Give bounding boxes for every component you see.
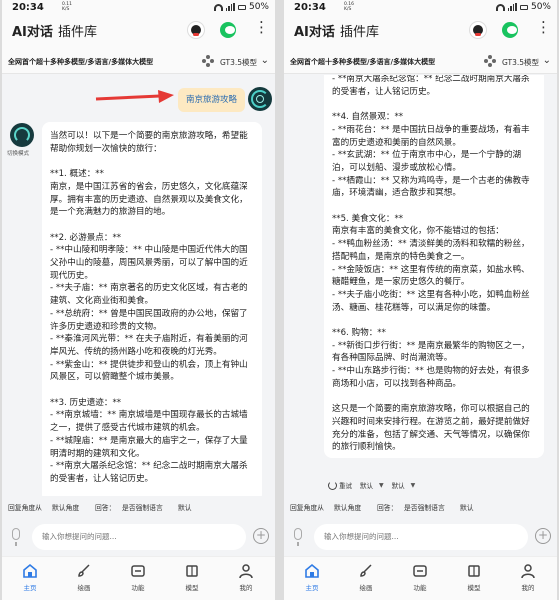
status-bar: 20:34 0.16 K/S 50% — [284, 0, 557, 16]
plus-icon[interactable]: + — [535, 528, 551, 544]
user-message: 南京旅游攻略 — [178, 88, 246, 112]
slogan-text: 全网首个超十多种多模型/多语言/多媒体大模型 — [8, 58, 154, 66]
bottom-tab-bar: 主页 绘画 功能 模型 我的 — [284, 556, 557, 600]
brush-icon — [78, 564, 90, 577]
default-option[interactable]: 默认 — [460, 502, 474, 512]
home-icon — [305, 563, 319, 578]
network-speed: 0.16 K/S — [344, 2, 355, 12]
status-bar: 20:34 0.11 K/S 50% — [2, 0, 275, 16]
input-bar: + — [284, 520, 557, 554]
tab-functions[interactable]: 功能 — [118, 563, 158, 592]
force-language-option[interactable]: 是否强制语言 — [404, 502, 445, 512]
model-logo-icon — [484, 55, 496, 67]
tab-plugin-library[interactable]: 插件库 — [58, 21, 97, 40]
default-select-2[interactable]: 默认 ▼ — [392, 480, 416, 491]
qq-icon[interactable] — [470, 22, 486, 38]
user-avatar — [248, 87, 272, 111]
bottom-tab-bar: 主页 绘画 功能 模型 我的 — [2, 556, 275, 600]
signal-icon — [507, 3, 517, 11]
function-icon — [413, 565, 427, 577]
wechat-icon[interactable] — [502, 22, 518, 38]
phone-screen-right: 20:34 0.16 K/S 50% AI对话 插件库 ⋮ 全网首个超十多种多模… — [284, 0, 557, 600]
more-menu-icon[interactable]: ⋮ — [536, 18, 551, 36]
more-menu-icon[interactable]: ⋮ — [254, 18, 269, 36]
status-time: 20:34 — [12, 2, 44, 13]
network-speed: 0.11 K/S — [62, 2, 73, 12]
user-icon — [521, 564, 535, 579]
tab-ai-chat[interactable]: AI对话 — [294, 21, 335, 40]
battery-level: 50% — [248, 2, 269, 12]
tab-plugin-library[interactable]: 插件库 — [340, 21, 379, 40]
response-actions: 重试 默认 ▼ 默认 ▼ — [328, 477, 415, 493]
tab-drawing[interactable]: 绘画 — [64, 563, 104, 592]
chat-area[interactable]: 南京旅游攻略 切换模式 当然可以！以下是一个简要的南京旅游攻略，希望能帮助你规划… — [2, 75, 275, 496]
model-icon — [468, 565, 480, 577]
reply-angle-label: 回复角度从 — [8, 504, 42, 512]
default-option[interactable]: 默认 — [178, 502, 192, 512]
tab-profile[interactable]: 我的 — [226, 563, 266, 592]
chevron-down-icon[interactable]: ⌄ — [261, 55, 269, 66]
tab-home[interactable]: 主页 — [10, 563, 50, 592]
refresh-icon — [328, 481, 337, 491]
wifi-icon — [213, 3, 223, 11]
ai-avatar — [10, 123, 34, 147]
tab-functions[interactable]: 功能 — [400, 563, 440, 592]
phone-screen-left: 20:34 0.11 K/S 50% AI对话 插件库 ⋮ 全网首个超十多种多模… — [2, 0, 275, 600]
reply-label: 回答： — [377, 504, 398, 512]
chevron-down-icon: ▼ — [379, 481, 384, 489]
quick-options-bar: 回复角度从 默认角度 回答： 是否强制语言 默认 — [2, 498, 275, 516]
tab-model[interactable]: 模型 — [172, 563, 212, 592]
chevron-down-icon[interactable]: ⌄ — [543, 55, 551, 66]
chat-area[interactable]: - **南京大屠杀纪念馆：** 纪念二战时期南京大屠杀的受害者，让人铭记历史。 … — [284, 75, 557, 496]
reply-label: 回答： — [95, 504, 116, 512]
plus-icon[interactable]: + — [253, 528, 269, 544]
default-angle-option[interactable]: 默认角度 — [334, 502, 361, 512]
home-icon — [23, 563, 37, 578]
tab-drawing[interactable]: 绘画 — [346, 563, 386, 592]
battery-icon — [237, 4, 246, 10]
app-header: AI对话 插件库 ⋮ — [2, 16, 275, 50]
input-bar: + — [2, 520, 275, 554]
force-language-option[interactable]: 是否强制语言 — [122, 502, 163, 512]
battery-level: 50% — [530, 2, 551, 12]
default-angle-option[interactable]: 默认角度 — [52, 502, 79, 512]
tab-profile[interactable]: 我的 — [508, 563, 548, 592]
tab-model[interactable]: 模型 — [454, 563, 494, 592]
ai-response: - **南京大屠杀纪念馆：** 纪念二战时期南京大屠杀的受害者，让人铭记历史。 … — [324, 75, 544, 458]
function-icon — [131, 565, 145, 577]
quick-options-bar: 回复角度从 默认角度 回答： 是否强制语言 默认 — [284, 498, 557, 516]
battery-icon — [519, 4, 528, 10]
reply-angle-label: 回复角度从 — [290, 504, 324, 512]
slogan-text: 全网首个超十多种多模型/多语言/多媒体大模型 — [290, 58, 436, 66]
default-select-1[interactable]: 默认 ▼ — [360, 480, 384, 491]
tab-home[interactable]: 主页 — [292, 563, 332, 592]
question-input[interactable] — [32, 524, 246, 550]
retry-button[interactable]: 重试 — [328, 480, 352, 491]
app-header: AI对话 插件库 ⋮ — [284, 16, 557, 50]
microphone-icon[interactable] — [12, 528, 20, 546]
model-bar: 全网首个超十多种多模型/多语言/多媒体大模型 GT3.5模型 ⌄ — [284, 50, 557, 74]
red-arrow-annotation — [95, 90, 174, 103]
model-selector[interactable]: GT3.5模型 — [502, 57, 539, 68]
tab-ai-chat[interactable]: AI对话 — [12, 21, 53, 40]
model-selector[interactable]: GT3.5模型 — [220, 57, 257, 68]
switch-mode-label[interactable]: 切换模式 — [7, 149, 29, 157]
user-icon — [239, 564, 253, 579]
qq-icon[interactable] — [188, 22, 204, 38]
question-input[interactable] — [314, 524, 528, 550]
wechat-icon[interactable] — [220, 22, 236, 38]
model-bar: 全网首个超十多种多模型/多语言/多媒体大模型 GT3.5模型 ⌄ — [2, 50, 275, 74]
model-logo-icon — [202, 55, 214, 67]
chevron-down-icon: ▼ — [410, 481, 416, 489]
ai-response: 当然可以！以下是一个简要的南京旅游攻略，希望能帮助你规划一次愉快的旅行： **1… — [42, 122, 262, 496]
status-time: 20:34 — [294, 2, 326, 13]
brush-icon — [360, 564, 372, 577]
signal-icon — [225, 3, 235, 11]
microphone-icon[interactable] — [294, 528, 302, 546]
wifi-icon — [495, 3, 505, 11]
model-icon — [186, 565, 198, 577]
